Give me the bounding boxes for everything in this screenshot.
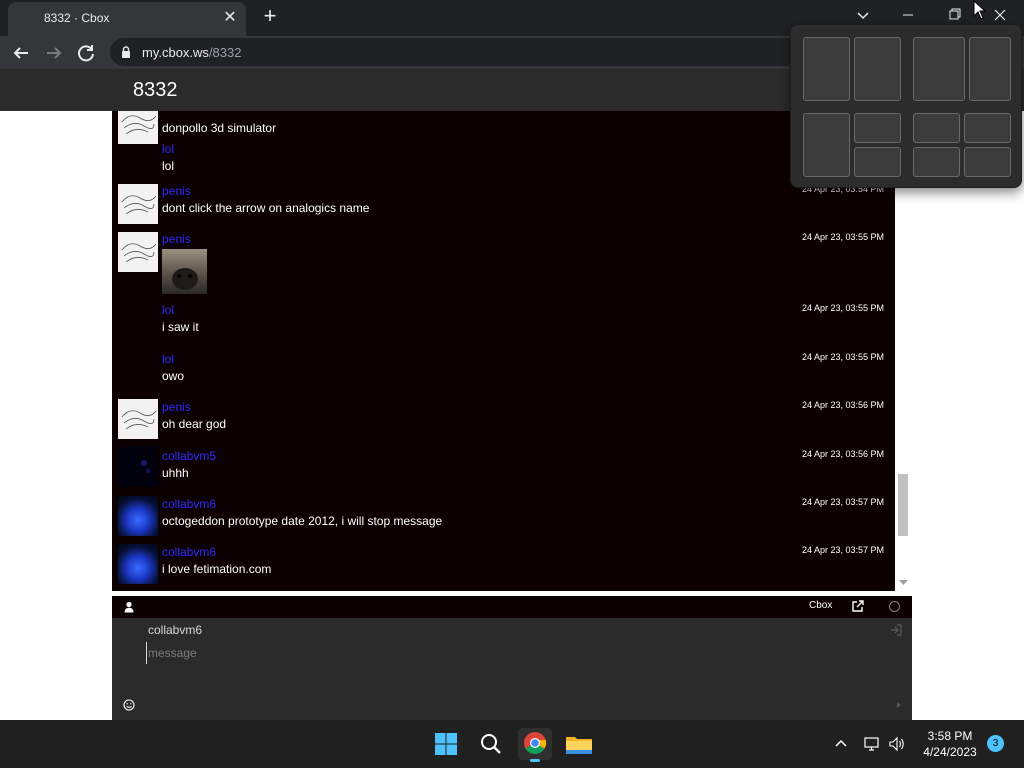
message-text: i love fetimation.com — [162, 562, 272, 576]
snap-zone-bottom-right[interactable] — [854, 147, 901, 177]
message-username[interactable]: collabvm6 — [162, 545, 216, 559]
scrollbar-thumb[interactable] — [898, 474, 908, 536]
chevron-up-icon[interactable] — [831, 734, 851, 754]
tab-title: 8332 · Cbox — [44, 11, 110, 25]
message-timestamp: 24 Apr 23, 03:56 PM — [801, 449, 884, 459]
clock-date: 4/24/2023 — [923, 745, 977, 759]
message-timestamp: 24 Apr 23, 03:56 PM — [801, 400, 884, 410]
user-avatar[interactable] — [118, 232, 158, 272]
message-text: oh dear god — [162, 417, 227, 431]
message-text: octogeddon prototype date 2012, i will s… — [162, 514, 443, 528]
snap-zone-quad-top-right[interactable] — [964, 113, 1011, 143]
user-avatar[interactable] — [118, 111, 158, 144]
snap-zone-quad-top-left[interactable] — [913, 113, 960, 143]
chrome-taskbar-button[interactable] — [518, 728, 552, 762]
sign-in-icon[interactable] — [890, 624, 902, 636]
message-username[interactable]: lol — [162, 142, 174, 156]
notification-badge[interactable]: 3 — [987, 735, 1004, 752]
snap-zone-top-right[interactable] — [854, 113, 901, 143]
page-title: 8332 — [133, 79, 178, 101]
lock-icon — [122, 46, 130, 58]
chat-message: collabvm6 i love fetimation.com 24 Apr 2… — [112, 544, 895, 585]
emoji-icon[interactable] — [123, 699, 135, 711]
user-icon[interactable] — [123, 601, 135, 613]
user-avatar[interactable] — [118, 447, 158, 487]
chat-message: penis oh dear god 24 Apr 23, 03:56 PM — [112, 399, 895, 440]
windows-start-icon[interactable] — [430, 728, 462, 760]
clock-time: 3:58 PM — [927, 729, 973, 743]
message-username[interactable]: lol — [162, 303, 174, 317]
chat-message: collabvm6 octogeddon prototype date 2012… — [112, 496, 895, 537]
reload-icon[interactable] — [73, 40, 99, 66]
message-text: lol — [162, 159, 175, 173]
message-text: donpollo 3d simulator — [162, 121, 277, 135]
message-timestamp: 24 Apr 23, 03:57 PM — [801, 545, 884, 555]
chat-message: donpollo 3d simulator — [112, 111, 895, 144]
chat-message: collabvm5 uhhh 24 Apr 23, 03:56 PM — [112, 447, 895, 489]
message-text: i saw it — [162, 320, 199, 334]
message-text: uhhh — [162, 466, 189, 480]
chat-message: lol lol — [112, 142, 895, 182]
snap-zone-wide-left[interactable] — [913, 37, 965, 101]
message-username[interactable]: collabvm5 — [162, 449, 216, 463]
message-input[interactable] — [146, 642, 886, 664]
snap-layouts-flyout — [790, 24, 1022, 188]
message-timestamp: 24 Apr 23, 03:55 PM — [801, 352, 884, 362]
snap-zone-half-left[interactable] — [803, 37, 850, 101]
message-username[interactable]: penis — [162, 400, 191, 414]
message-text: dont click the arrow on analogics name — [162, 201, 370, 215]
user-avatar[interactable] — [118, 496, 158, 536]
popout-icon[interactable] — [851, 599, 865, 613]
scroll-down-arrow-icon[interactable] — [899, 580, 908, 586]
forward-arrow-icon[interactable] — [41, 40, 67, 66]
snap-zone-half-right[interactable] — [854, 37, 901, 101]
chat-toolbar: Cbox — [112, 596, 912, 618]
chat-message: lol owo 24 Apr 23, 03:55 PM — [112, 352, 895, 392]
windows-taskbar: 3:58 PM 4/24/2023 3 — [0, 720, 1024, 768]
snap-zone-quad-bottom-left[interactable] — [913, 147, 960, 177]
message-image[interactable] — [162, 249, 207, 294]
chat-message: lol i saw it 24 Apr 23, 03:55 PM — [112, 303, 895, 343]
back-arrow-icon[interactable] — [8, 40, 34, 66]
network-icon[interactable] — [862, 734, 882, 754]
tab-close-icon[interactable]: ✕ — [220, 8, 240, 28]
message-timestamp: 24 Apr 23, 03:55 PM — [801, 232, 884, 242]
url-text: my.cbox.ws/8332 — [142, 45, 242, 60]
user-avatar[interactable] — [118, 399, 158, 439]
cbox-link[interactable]: Cbox — [809, 600, 832, 611]
post-form: collabvm6 — [112, 618, 912, 720]
file-explorer-icon[interactable] — [563, 728, 595, 760]
message-username[interactable]: penis — [162, 184, 191, 198]
user-avatar[interactable] — [118, 544, 158, 584]
chat-message: penis 24 Apr 23, 03:55 PM — [112, 232, 895, 298]
post-name-label[interactable]: collabvm6 — [148, 623, 202, 637]
send-arrow-icon[interactable] — [894, 700, 904, 710]
user-avatar[interactable] — [118, 184, 158, 224]
chrome-icon — [524, 732, 547, 754]
snap-zone-narrow-right[interactable] — [969, 37, 1011, 101]
message-timestamp: 24 Apr 23, 03:55 PM — [801, 303, 884, 313]
snap-zone-quad-bottom-right[interactable] — [964, 147, 1011, 177]
search-icon[interactable] — [475, 728, 507, 760]
active-app-indicator — [530, 759, 540, 762]
message-username[interactable]: penis — [162, 232, 191, 246]
tab-search-chevron-icon[interactable] — [852, 6, 874, 26]
chat-message: penis dont click the arrow on analogics … — [112, 184, 895, 232]
message-username[interactable]: collabvm6 — [162, 497, 216, 511]
volume-icon[interactable] — [887, 734, 907, 754]
refresh-indicator-icon[interactable] — [889, 601, 900, 612]
new-tab-button[interactable]: + — [258, 4, 282, 28]
mouse-cursor-icon — [973, 0, 987, 20]
message-username[interactable]: lol — [162, 352, 174, 366]
message-timestamp: 24 Apr 23, 03:57 PM — [801, 497, 884, 507]
message-text: owo — [162, 369, 185, 383]
browser-tab[interactable]: 8332 · Cbox ✕ — [8, 2, 246, 36]
system-clock[interactable]: 3:58 PM 4/24/2023 — [915, 728, 985, 760]
snap-zone-main-left[interactable] — [803, 113, 850, 177]
